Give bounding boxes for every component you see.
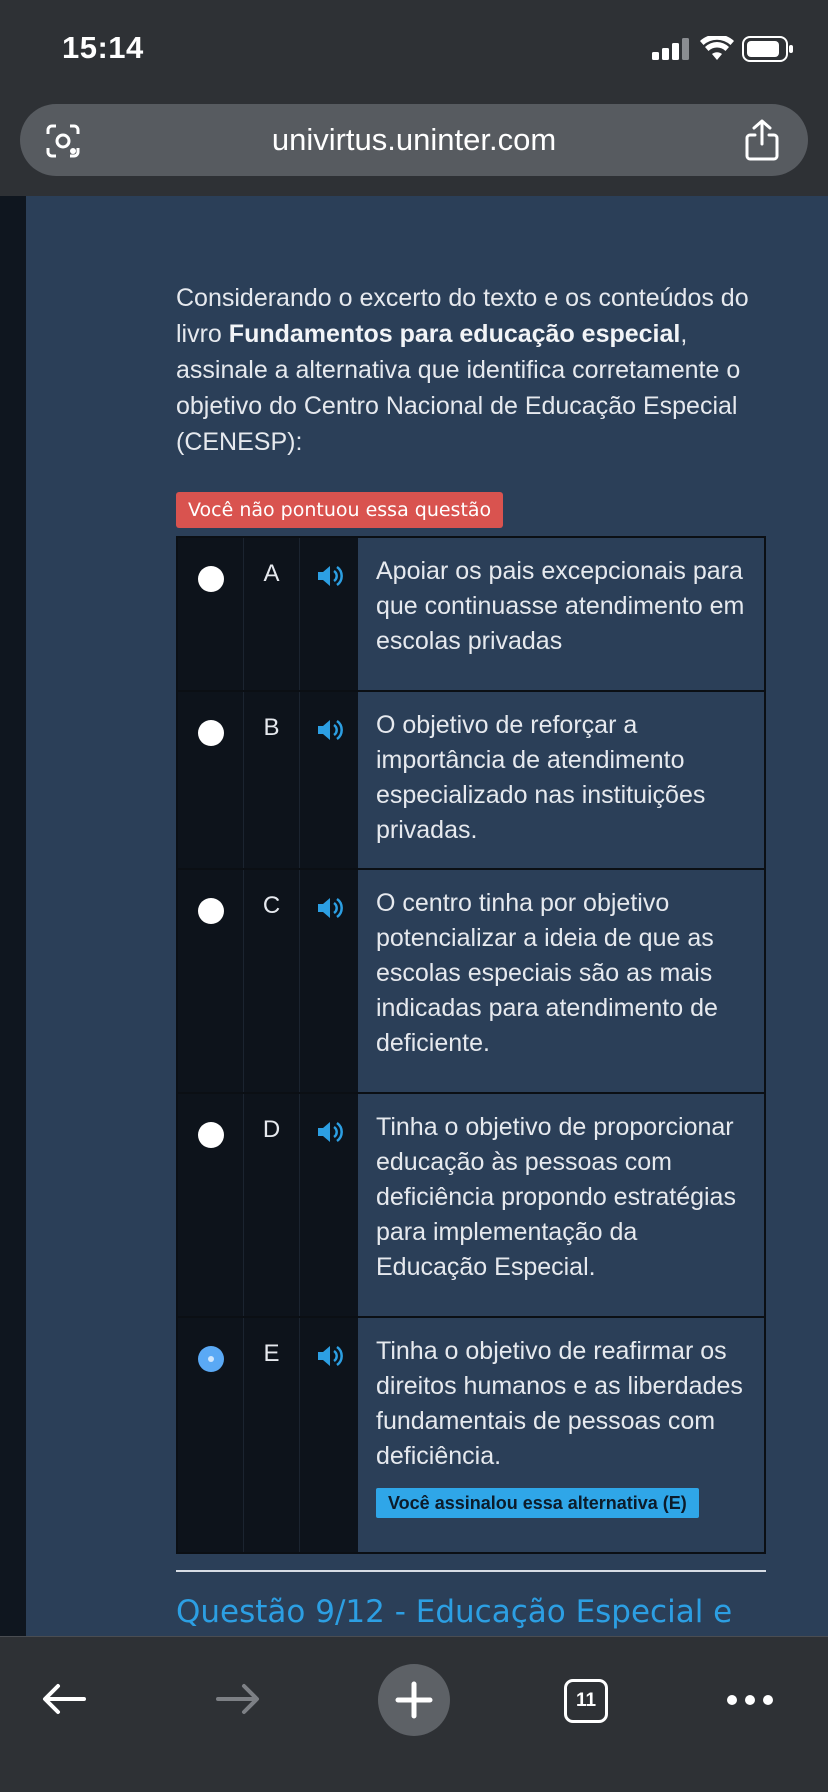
option-letter: C [244,870,300,1092]
left-sidebar-edge [0,196,26,1636]
option-letter: D [244,1094,300,1316]
answer-options: A Apoiar os pais excepcionais para que c… [176,536,766,1554]
option-text: Tinha o objetivo de proporcionar educaçã… [358,1094,764,1316]
option-b[interactable]: B O objetivo de reforçar a importância d… [178,692,764,870]
option-letter: B [244,692,300,868]
battery-icon [742,36,793,62]
tab-switcher-button[interactable]: 11 [564,1679,608,1723]
share-icon[interactable] [742,118,782,162]
speaker-icon[interactable] [316,1120,344,1144]
speaker-icon[interactable] [316,1344,344,1368]
url-text[interactable]: univirtus.uninter.com [20,122,808,158]
option-text: O objetivo de reforçar a importância de … [358,692,764,868]
forward-arrow-icon[interactable] [214,1681,262,1717]
option-text: O centro tinha por objetivo potencializa… [358,870,764,1092]
question-text: Considerando o excerto do texto e os con… [176,284,749,456]
more-options-icon[interactable] [726,1693,774,1707]
option-letter: E [244,1318,300,1552]
address-bar[interactable]: univirtus.uninter.com [20,104,808,176]
new-tab-button[interactable] [378,1664,450,1736]
speaker-icon[interactable] [316,718,344,742]
selected-answer-badge: Você assinalou essa alternativa (E) [376,1488,699,1518]
web-page: Considerando o excerto do texto e os con… [0,196,828,1636]
result-badge: Você não pontuou essa questão [176,492,504,528]
radio-button-b[interactable] [198,720,224,746]
radio-button-c[interactable] [198,898,224,924]
status-bar: 15:14 [0,0,828,100]
browser-toolbar: 11 [0,1636,828,1792]
option-letter: A [244,538,300,690]
back-arrow-icon[interactable] [40,1681,88,1717]
status-time: 15:14 [62,30,144,65]
option-a[interactable]: A Apoiar os pais excepcionais para que c… [178,538,764,692]
next-question-title[interactable]: Questão 9/12 - Educação Especial e [176,1594,732,1630]
option-d[interactable]: D Tinha o objetivo de proporcionar educa… [178,1094,764,1318]
speaker-icon[interactable] [316,896,344,920]
speaker-icon[interactable] [316,564,344,588]
section-divider [176,1570,766,1572]
radio-button-e-selected[interactable] [198,1346,224,1372]
option-text: Tinha o objetivo de reafirmar os direito… [376,1337,743,1470]
option-c[interactable]: C O centro tinha por objetivo potenciali… [178,870,764,1094]
option-text: Apoiar os pais excepcionais para que con… [358,538,764,690]
cellular-signal-icon [652,38,689,60]
plus-icon [395,1681,433,1719]
wifi-icon [700,36,734,60]
radio-button-a[interactable] [198,566,224,592]
book-title: Fundamentos para educação especial [228,320,681,348]
radio-button-d[interactable] [198,1122,224,1148]
option-e[interactable]: E Tinha o objetivo de reafirmar os direi… [178,1318,764,1552]
